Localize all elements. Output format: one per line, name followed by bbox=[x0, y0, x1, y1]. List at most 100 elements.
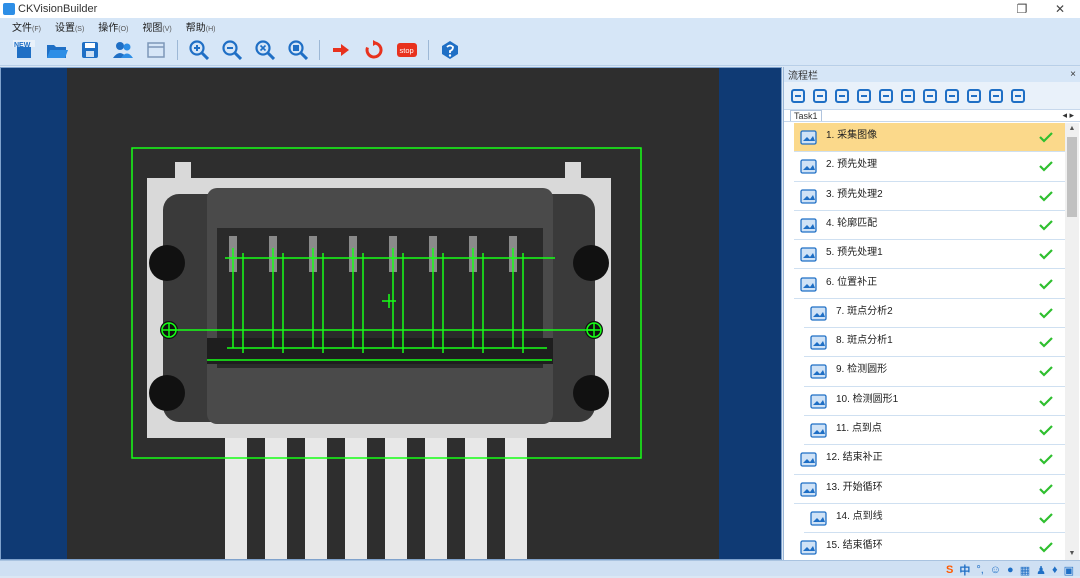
flow-toolbar bbox=[784, 82, 1080, 110]
circle-detect-icon bbox=[810, 363, 828, 381]
run-loop-icon bbox=[365, 40, 383, 59]
run-once-button[interactable] bbox=[329, 38, 353, 62]
step-row[interactable]: 10. 检测圆形1 bbox=[804, 387, 1065, 416]
step-label: 9. 检测圆形 bbox=[836, 364, 888, 376]
check-icon bbox=[1039, 278, 1053, 293]
step-row[interactable]: 7. 斑点分析2 bbox=[804, 299, 1065, 329]
stop-icon: stop bbox=[397, 43, 417, 57]
step-row[interactable]: 4. 轮廓匹配 bbox=[794, 211, 1065, 241]
step-row[interactable]: 3. 预先处理2 bbox=[794, 182, 1065, 211]
tab-task1[interactable]: Task1 bbox=[790, 110, 822, 121]
menu-operate[interactable]: 操作(O) bbox=[98, 19, 128, 34]
zoom-reset-button[interactable] bbox=[286, 38, 310, 62]
step-row[interactable]: 6. 位置补正 bbox=[794, 270, 1065, 299]
zoom-in-button[interactable] bbox=[187, 38, 211, 62]
step-row[interactable]: 13. 开始循环 bbox=[794, 475, 1065, 504]
check-icon bbox=[1039, 542, 1053, 556]
run-all-icon bbox=[1011, 88, 1025, 103]
scroll-up-icon[interactable]: ▲ bbox=[1065, 123, 1079, 135]
check-icon bbox=[1039, 249, 1053, 263]
copy-icon bbox=[901, 88, 915, 103]
step-row[interactable]: 1. 采集图像 bbox=[794, 123, 1065, 153]
step-label: 7. 斑点分析2 bbox=[836, 305, 893, 317]
step-label: 6. 位置补正 bbox=[826, 276, 878, 288]
new-button[interactable]: NEW bbox=[12, 38, 36, 62]
ime-logo-icon[interactable]: S bbox=[946, 564, 953, 576]
insert-after-button[interactable] bbox=[812, 88, 828, 104]
check-icon bbox=[1039, 220, 1053, 234]
check-icon bbox=[1039, 483, 1053, 498]
emoji-icon[interactable]: ☺ bbox=[990, 564, 1001, 576]
insert-child-button[interactable] bbox=[834, 88, 850, 104]
blob-analysis-icon bbox=[810, 334, 828, 352]
step-row[interactable]: 12. 结束补正 bbox=[794, 445, 1065, 475]
keyboard-icon[interactable]: ▦ bbox=[1020, 564, 1030, 577]
flow-panel-close-button[interactable]: × bbox=[1070, 69, 1076, 80]
check-icon bbox=[1039, 161, 1053, 175]
step-row[interactable]: 9. 检测圆形 bbox=[804, 357, 1065, 387]
zoom-reset-icon bbox=[288, 40, 308, 60]
run-from-button[interactable] bbox=[988, 88, 1004, 104]
toolbar-separator bbox=[428, 40, 429, 60]
insert-before-icon bbox=[791, 88, 805, 103]
step-row[interactable]: 14. 点到线 bbox=[804, 504, 1065, 534]
check-icon bbox=[1039, 308, 1053, 322]
step-list-scrollbar[interactable]: ▲ ▼ bbox=[1065, 123, 1079, 560]
mic-icon[interactable]: ● bbox=[1007, 564, 1014, 576]
punctuation-icon[interactable]: °, bbox=[976, 564, 983, 576]
shirt-icon[interactable]: ♦ bbox=[1052, 564, 1058, 576]
image-viewport[interactable] bbox=[0, 67, 782, 560]
run-loop-button[interactable] bbox=[362, 38, 386, 62]
menu-view[interactable]: 视图(V) bbox=[142, 19, 171, 34]
circle-detect-icon bbox=[810, 393, 828, 411]
delete-button[interactable] bbox=[944, 88, 960, 104]
insert-after-icon bbox=[813, 88, 827, 103]
save-button[interactable] bbox=[78, 38, 102, 62]
menu-help[interactable]: 帮助(H) bbox=[186, 19, 216, 34]
svg-text:NEW: NEW bbox=[14, 42, 31, 49]
delete-icon bbox=[945, 88, 959, 103]
zoom-out-button[interactable] bbox=[220, 38, 244, 62]
open-button[interactable] bbox=[45, 38, 69, 62]
tab-nav-arrows[interactable]: ◂ ▸ bbox=[1062, 110, 1074, 121]
toolbar-separator bbox=[177, 40, 178, 60]
close-button[interactable]: ✕ bbox=[1050, 1, 1070, 17]
check-icon bbox=[1039, 425, 1053, 439]
help-button[interactable] bbox=[438, 38, 462, 62]
step-row[interactable]: 5. 预先处理1 bbox=[794, 240, 1065, 270]
step-row[interactable]: 8. 斑点分析1 bbox=[804, 328, 1065, 358]
paste-icon bbox=[923, 88, 937, 103]
paste-button[interactable] bbox=[922, 88, 938, 104]
menu-bar: 文件(F) 设置(S) 操作(O) 视图(V) 帮助(H) bbox=[0, 18, 1080, 35]
check-icon bbox=[1039, 132, 1053, 146]
scroll-down-icon[interactable]: ▼ bbox=[1065, 548, 1079, 560]
menu-file[interactable]: 文件(F) bbox=[12, 19, 41, 34]
insert-before-button[interactable] bbox=[790, 88, 806, 104]
scroll-thumb[interactable] bbox=[1067, 137, 1077, 217]
new-icon: NEW bbox=[13, 40, 35, 58]
menu-settings[interactable]: 设置(S) bbox=[55, 19, 84, 34]
stop-button[interactable]: stop bbox=[395, 38, 419, 62]
users-button[interactable] bbox=[111, 38, 135, 62]
inspection-image[interactable] bbox=[67, 68, 719, 559]
split-button[interactable] bbox=[856, 88, 872, 104]
users-icon bbox=[113, 42, 133, 58]
panel-button[interactable] bbox=[144, 38, 168, 62]
step-label: 8. 斑点分析1 bbox=[836, 335, 893, 347]
position-correct-icon bbox=[800, 276, 818, 294]
user-icon[interactable]: ♟ bbox=[1036, 564, 1046, 577]
check-icon bbox=[1039, 190, 1053, 205]
svg-text:stop: stop bbox=[400, 46, 414, 55]
step-row[interactable]: 15. 结束循环 bbox=[794, 533, 1065, 560]
contour-match-icon bbox=[800, 217, 818, 235]
step-row[interactable]: 11. 点到点 bbox=[804, 416, 1065, 446]
zoom-fit-button[interactable] bbox=[253, 38, 277, 62]
edit-button[interactable] bbox=[878, 88, 894, 104]
grid-icon[interactable]: ▣ bbox=[1064, 564, 1074, 577]
restore-button[interactable]: ❐ bbox=[1012, 1, 1032, 17]
copy-button[interactable] bbox=[900, 88, 916, 104]
main-toolbar: NEW stop bbox=[0, 35, 1080, 66]
step-row[interactable]: 2. 预先处理 bbox=[794, 152, 1065, 182]
run-step-button[interactable] bbox=[966, 88, 982, 104]
run-all-button[interactable] bbox=[1010, 88, 1026, 104]
